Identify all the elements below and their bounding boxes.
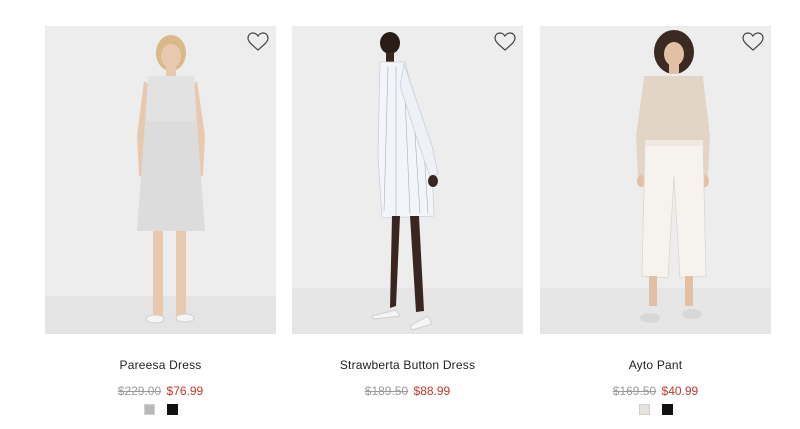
product-photo-ayto xyxy=(540,26,771,334)
product-card[interactable]: Pareesa Dress $229.00 $76.99 xyxy=(45,26,276,416)
product-photo-strawberta xyxy=(292,26,523,334)
heart-outline-icon[interactable] xyxy=(247,32,269,52)
product-price: $169.50 $40.99 xyxy=(540,383,771,399)
product-name[interactable]: Strawberta Button Dress xyxy=(292,357,523,373)
original-price: $169.50 xyxy=(612,384,657,398)
color-swatches xyxy=(292,404,523,416)
product-grid: Pareesa Dress $229.00 $76.99 Strawberta … xyxy=(0,0,800,429)
product-price: $229.00 $76.99 xyxy=(45,383,276,399)
original-price: $189.50 xyxy=(364,384,409,398)
sale-price: $40.99 xyxy=(661,384,699,398)
original-price: $229.00 xyxy=(117,384,162,398)
color-swatch-black[interactable] xyxy=(166,404,178,415)
product-name[interactable]: Pareesa Dress xyxy=(45,357,276,373)
product-image[interactable] xyxy=(292,26,523,334)
product-image[interactable] xyxy=(45,26,276,334)
heart-outline-icon[interactable] xyxy=(494,32,516,52)
color-swatches xyxy=(45,404,276,416)
color-swatch-black[interactable] xyxy=(661,404,673,415)
heart-outline-icon[interactable] xyxy=(742,32,764,52)
product-image[interactable] xyxy=(540,26,771,334)
product-card[interactable]: Strawberta Button Dress $189.50 $88.99 xyxy=(292,26,523,416)
product-name[interactable]: Ayto Pant xyxy=(540,357,771,373)
color-swatch-cream[interactable] xyxy=(638,404,650,415)
product-price: $189.50 $88.99 xyxy=(292,383,523,399)
product-photo-pareesa xyxy=(45,26,276,334)
sale-price: $76.99 xyxy=(166,384,204,398)
color-swatch-grey[interactable] xyxy=(143,404,155,415)
sale-price: $88.99 xyxy=(413,384,451,398)
product-card[interactable]: Ayto Pant $169.50 $40.99 xyxy=(540,26,771,416)
color-swatches xyxy=(540,404,771,416)
